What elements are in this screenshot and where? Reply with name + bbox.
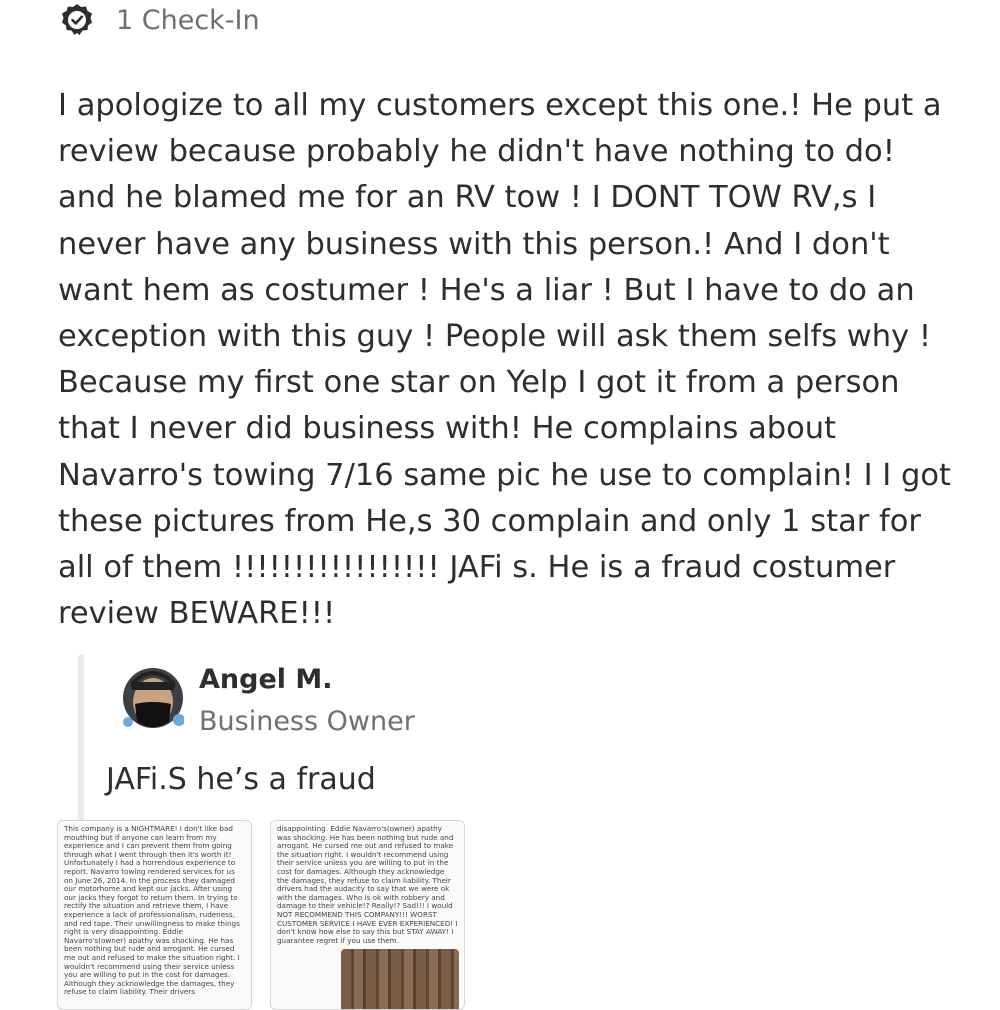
owner-avatar[interactable]: [122, 660, 184, 738]
review-text: I apologize to all my customers except t…: [58, 88, 951, 632]
photo-2-text: disappointing. Eddie Navarro's(owner) ap…: [277, 824, 458, 945]
reply-photo-1[interactable]: This company is a NIGHTMARE! I don't lik…: [57, 820, 252, 1010]
owner-role: Business Owner: [199, 706, 415, 737]
fence-image: [341, 949, 459, 1009]
user-avatar-icon: [122, 660, 184, 738]
owner-reply-text: JAFi.S he’s a fraud: [106, 762, 376, 797]
reply-photo-2[interactable]: disappointing. Eddie Navarro's(owner) ap…: [270, 820, 465, 1010]
owner-name[interactable]: Angel M.: [199, 664, 333, 695]
checkin-badge-icon: [62, 4, 92, 35]
checkin-count: 1 Check-In: [116, 4, 260, 36]
checkin-row: 1 Check-In: [60, 3, 260, 37]
photo-1-text: This company is a NIGHTMARE! I don't lik…: [64, 824, 240, 997]
